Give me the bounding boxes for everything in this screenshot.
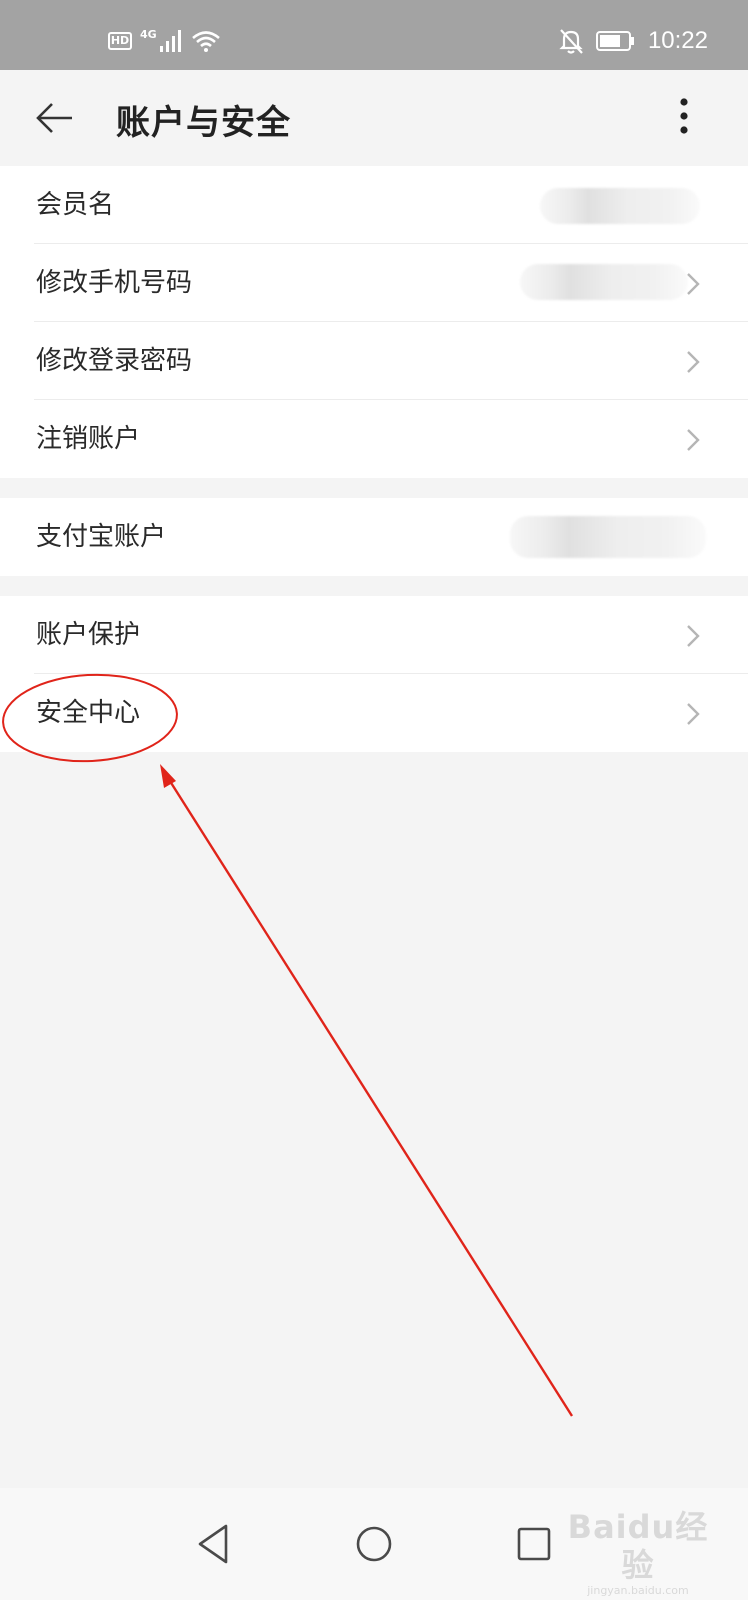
nav-recents-button[interactable] <box>508 1518 560 1570</box>
signal-icon <box>159 30 181 52</box>
status-left: HD 4G <box>108 26 221 56</box>
battery-icon <box>595 31 634 51</box>
watermark-logo: Baidu经验 <box>567 1508 709 1584</box>
blurred-value <box>540 188 700 224</box>
settings-group-account: 会员名 修改手机号码 修改登录密码 注销账户 <box>0 166 748 478</box>
row-label: 安全中心 <box>36 698 141 728</box>
network-type-label: 4G <box>140 27 157 41</box>
notifications-off-icon <box>559 29 583 54</box>
settings-group-alipay: 支付宝账户 <box>0 498 748 576</box>
page-title: 账户与安全 <box>116 103 291 143</box>
chevron-right-icon <box>687 703 700 725</box>
more-menu-button[interactable] <box>668 96 700 140</box>
row-change-password[interactable]: 修改登录密码 <box>0 322 748 400</box>
nav-home-button[interactable] <box>348 1518 400 1570</box>
back-triangle-icon <box>198 1524 228 1564</box>
chevron-right-icon <box>687 429 700 451</box>
chevron-right-icon <box>687 273 700 295</box>
home-circle-icon <box>356 1526 392 1562</box>
status-right: 10:22 <box>558 24 708 58</box>
blurred-value <box>520 264 688 300</box>
app-header: 账户与安全 <box>0 70 748 166</box>
row-account-protection[interactable]: 账户保护 <box>0 596 748 674</box>
row-label: 账户保护 <box>36 620 141 650</box>
more-vertical-icon <box>680 98 688 134</box>
settings-group-security: 账户保护 安全中心 <box>0 596 748 752</box>
chevron-right-icon <box>687 625 700 647</box>
row-security-center[interactable]: 安全中心 <box>0 674 748 752</box>
hd-badge: HD <box>108 32 132 50</box>
blurred-value <box>510 516 706 558</box>
clock-time: 10:22 <box>647 27 708 54</box>
row-member-name[interactable]: 会员名 <box>0 166 748 244</box>
watermark-url: jingyan.baidu.com <box>587 1584 689 1597</box>
recents-square-icon <box>517 1527 551 1561</box>
row-label: 修改手机号码 <box>36 268 193 298</box>
row-alipay-account[interactable]: 支付宝账户 <box>0 498 748 576</box>
baidu-watermark: Baidu经验 jingyan.baidu.com <box>558 1508 718 1597</box>
chevron-right-icon <box>687 351 700 373</box>
wifi-icon <box>191 31 220 52</box>
row-label: 支付宝账户 <box>36 522 167 552</box>
row-label: 注销账户 <box>36 424 141 454</box>
back-button[interactable] <box>32 98 78 138</box>
row-change-phone[interactable]: 修改手机号码 <box>0 244 748 322</box>
row-label: 会员名 <box>36 190 115 220</box>
nav-back-button[interactable] <box>190 1518 242 1570</box>
row-delete-account[interactable]: 注销账户 <box>0 400 748 478</box>
arrow-left-icon <box>36 103 72 133</box>
annotation-arrow-line <box>166 777 574 1417</box>
status-bar: HD 4G 10:22 <box>0 0 748 70</box>
row-label: 修改登录密码 <box>36 346 193 376</box>
annotation-arrow-head <box>160 764 176 788</box>
